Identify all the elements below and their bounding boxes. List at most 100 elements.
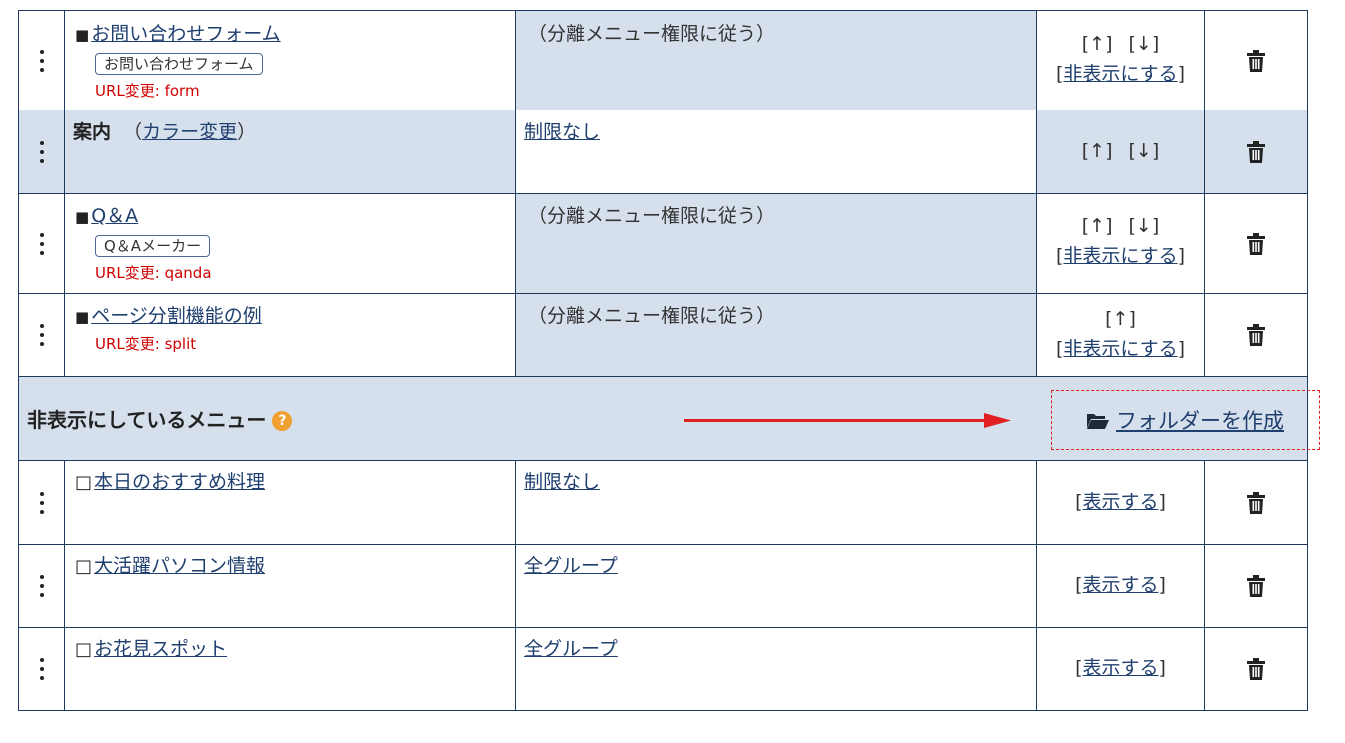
permission-link[interactable]: 制限なし: [524, 120, 600, 144]
empty-square-bullet: □: [75, 472, 93, 493]
permission-cell: 全グループ: [516, 628, 1037, 710]
action-cell: [↑] [↓]: [1037, 110, 1205, 193]
empty-square-bullet: □: [75, 556, 93, 577]
menu-link[interactable]: ページ分割機能の例: [91, 305, 262, 327]
menu-name-cell: □ 本日のおすすめ料理: [65, 461, 516, 544]
vertical-dots-icon: [39, 575, 44, 597]
trash-icon[interactable]: [1247, 49, 1265, 72]
move-down-button[interactable]: [↓]: [1129, 33, 1160, 55]
permission-cell: 制限なし: [516, 461, 1037, 544]
drag-handle[interactable]: [19, 11, 65, 110]
trash-icon[interactable]: [1247, 575, 1265, 597]
table-row: ■ ページ分割機能の例 URL変更: split （分離メニュー権限に従う） [↑…: [18, 294, 1308, 377]
vertical-dots-icon: [39, 324, 44, 346]
folder-open-icon: [1087, 414, 1109, 429]
action-cell: [表示する]: [1037, 461, 1205, 544]
color-change-link[interactable]: カラー変更: [142, 121, 237, 143]
trash-icon[interactable]: [1247, 324, 1265, 346]
table-row: ■ Q＆A Q＆Aメーカー URL変更: qanda （分離メニュー権限に従う） …: [18, 194, 1308, 294]
hide-link[interactable]: 非表示にする: [1063, 245, 1177, 267]
permission-text: （分離メニュー権限に従う）: [528, 205, 776, 227]
create-folder-highlight: フォルダーを作成: [1051, 390, 1320, 450]
delete-cell: [1205, 110, 1307, 193]
hide-link[interactable]: 非表示にする: [1063, 63, 1177, 85]
square-bullet: ■: [75, 208, 90, 226]
action-cell: [↑] [↓] [非表示にする]: [1037, 194, 1205, 293]
menu-tag: お問い合わせフォーム: [95, 53, 263, 75]
category-name-cell: 案内 （カラー変更）: [65, 110, 516, 193]
move-down-button[interactable]: [↓]: [1129, 140, 1160, 162]
drag-handle[interactable]: [19, 545, 65, 627]
table-row: □ 大活躍パソコン情報 全グループ [表示する]: [18, 545, 1308, 628]
table-row: ■ お問い合わせフォーム お問い合わせフォーム URL変更: form （分離メニ…: [18, 10, 1308, 111]
vertical-dots-icon: [39, 491, 44, 514]
move-up-button[interactable]: [↑]: [1082, 33, 1113, 55]
category-name: 案内: [73, 121, 112, 143]
table-row: □ 本日のおすすめ料理 制限なし [表示する]: [18, 461, 1308, 545]
drag-handle[interactable]: [19, 110, 65, 193]
show-link[interactable]: 表示する: [1082, 491, 1158, 513]
trash-icon[interactable]: [1247, 658, 1265, 680]
menu-link[interactable]: 本日のおすすめ料理: [94, 471, 265, 493]
permission-text: （分離メニュー権限に従う）: [528, 23, 776, 45]
trash-icon[interactable]: [1247, 232, 1265, 255]
delete-cell: [1205, 461, 1307, 544]
permission-link[interactable]: 全グループ: [524, 637, 618, 661]
move-up-button[interactable]: [↑]: [1105, 308, 1136, 330]
show-link[interactable]: 表示する: [1082, 574, 1158, 596]
menu-link[interactable]: Q＆A: [91, 205, 138, 227]
hidden-menu-title: 非表示にしているメニュー: [27, 408, 267, 432]
create-folder-link[interactable]: フォルダーを作成: [1116, 409, 1284, 433]
move-up-button[interactable]: [↑]: [1082, 140, 1113, 162]
hide-link[interactable]: 非表示にする: [1063, 338, 1177, 360]
move-down-button[interactable]: [↓]: [1129, 215, 1160, 237]
drag-handle[interactable]: [19, 628, 65, 710]
menu-link[interactable]: お問い合わせフォーム: [91, 23, 280, 45]
drag-handle[interactable]: [19, 294, 65, 376]
vertical-dots-icon: [39, 232, 44, 255]
menu-name-cell: ■ Q＆A Q＆Aメーカー URL変更: qanda: [65, 194, 516, 293]
permission-cell: 制限なし: [516, 110, 1037, 193]
table-row: 案内 （カラー変更） 制限なし [↑] [↓]: [18, 110, 1308, 194]
delete-cell: [1205, 545, 1307, 627]
action-cell: [↑] [非表示にする]: [1037, 294, 1205, 376]
vertical-dots-icon: [39, 140, 44, 163]
vertical-dots-icon: [39, 658, 44, 680]
drag-handle[interactable]: [19, 194, 65, 293]
delete-cell: [1205, 11, 1307, 110]
drag-handle[interactable]: [19, 461, 65, 544]
help-icon[interactable]: ?: [272, 411, 293, 431]
delete-cell: [1205, 294, 1307, 376]
permission-text: （分離メニュー権限に従う）: [528, 305, 776, 327]
permission-cell: 全グループ: [516, 545, 1037, 627]
permission-link[interactable]: 制限なし: [524, 470, 600, 494]
url-change-text: URL変更: form: [95, 82, 200, 100]
table-row: □ お花見スポット 全グループ [表示する]: [18, 628, 1308, 711]
action-cell: [表示する]: [1037, 628, 1205, 710]
url-change-text: URL変更: qanda: [95, 264, 212, 282]
menu-name-cell: ■ お問い合わせフォーム お問い合わせフォーム URL変更: form: [65, 11, 516, 110]
square-bullet: ■: [75, 26, 90, 44]
delete-cell: [1205, 628, 1307, 710]
action-cell: [↑] [↓] [非表示にする]: [1037, 11, 1205, 110]
annotation-arrow: [684, 413, 1011, 428]
trash-icon[interactable]: [1247, 491, 1265, 514]
permission-cell: （分離メニュー権限に従う）: [516, 194, 1037, 293]
square-bullet: ■: [75, 308, 90, 326]
move-up-button[interactable]: [↑]: [1082, 215, 1113, 237]
action-cell: [表示する]: [1037, 545, 1205, 627]
menu-link[interactable]: お花見スポット: [94, 638, 227, 660]
show-link[interactable]: 表示する: [1082, 657, 1158, 679]
permission-link[interactable]: 全グループ: [524, 554, 618, 578]
menu-name-cell: ■ ページ分割機能の例 URL変更: split: [65, 294, 516, 376]
menu-link[interactable]: 大活躍パソコン情報: [94, 555, 265, 577]
permission-cell: （分離メニュー権限に従う）: [516, 11, 1037, 110]
url-change-text: URL変更: split: [95, 335, 197, 353]
menu-name-cell: □ 大活躍パソコン情報: [65, 545, 516, 627]
empty-square-bullet: □: [75, 639, 93, 660]
vertical-dots-icon: [39, 49, 44, 72]
delete-cell: [1205, 194, 1307, 293]
menu-tag: Q＆Aメーカー: [95, 235, 211, 257]
permission-cell: （分離メニュー権限に従う）: [516, 294, 1037, 376]
trash-icon[interactable]: [1247, 140, 1265, 163]
